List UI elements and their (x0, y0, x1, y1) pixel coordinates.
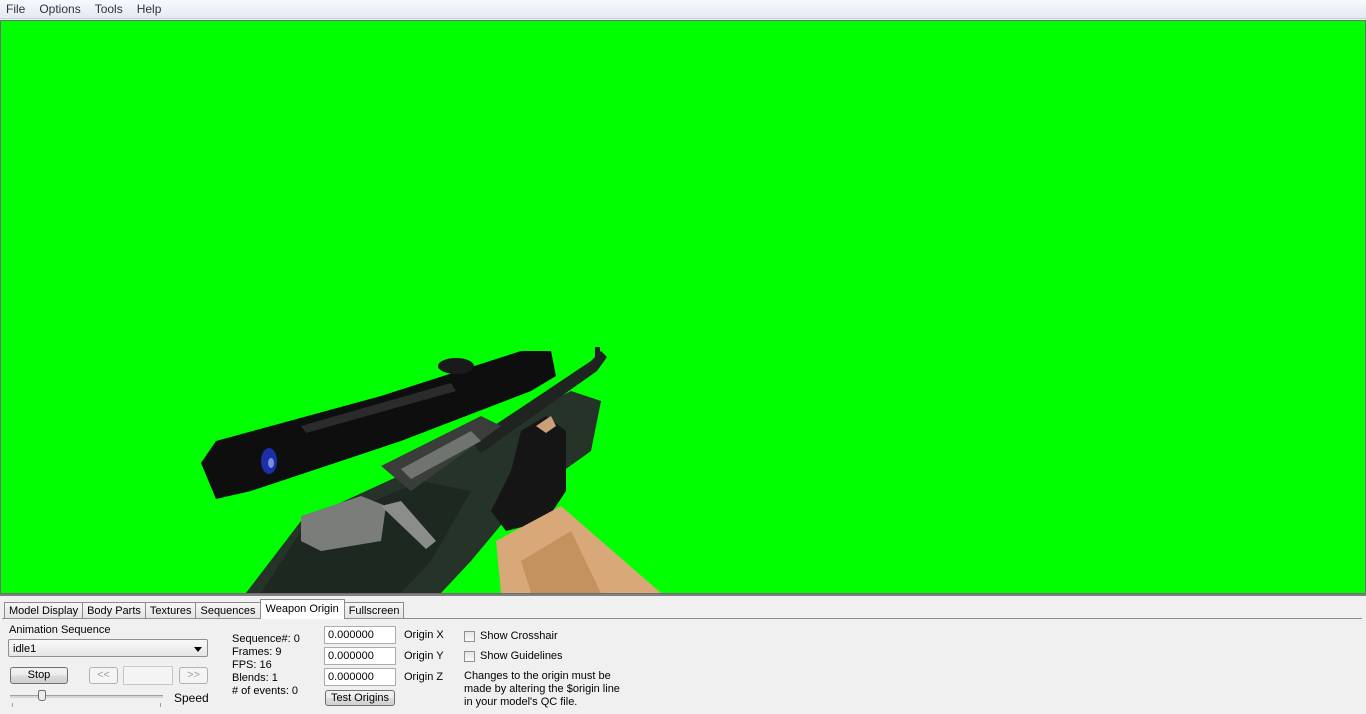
front-sight (595, 347, 600, 357)
control-panel: Model Display Body Parts Textures Sequen… (0, 594, 1366, 711)
tab-fullscreen[interactable]: Fullscreen (343, 602, 405, 619)
slider-tick (12, 703, 13, 707)
frame-input[interactable] (123, 666, 173, 685)
prev-frame-button[interactable]: << (89, 667, 118, 684)
speed-slider-track[interactable] (10, 695, 163, 698)
model-viewport[interactable] (0, 20, 1366, 594)
speed-slider-thumb[interactable] (37, 690, 46, 701)
speed-label: Speed (174, 691, 209, 705)
fps-value: FPS: 16 (232, 659, 272, 671)
animation-sequence-label: Animation Sequence (9, 624, 111, 636)
test-origins-button[interactable]: Test Origins (325, 690, 395, 706)
tab-model-display[interactable]: Model Display (4, 602, 84, 619)
stop-button[interactable]: Stop (10, 667, 68, 684)
origin-y-input[interactable]: 0.000000 (324, 647, 396, 665)
show-guidelines-checkbox[interactable] (464, 651, 475, 662)
scope-lens-glint (268, 458, 274, 468)
tab-page: Animation Sequence idle1 Stop << >> Spee… (2, 618, 1362, 714)
chevron-down-icon (194, 647, 202, 652)
tab-body-parts[interactable]: Body Parts (82, 602, 146, 619)
origin-x-input[interactable]: 0.000000 (324, 626, 396, 644)
note-line: made by altering the $origin line (464, 683, 620, 695)
origin-x-label: Origin X (404, 629, 444, 641)
tab-sequences[interactable]: Sequences (195, 602, 261, 619)
events-count: # of events: 0 (232, 685, 299, 697)
show-crosshair-checkbox[interactable] (464, 631, 475, 642)
slider-tick (160, 703, 161, 707)
menu-bar: File Options Tools Help (0, 0, 1366, 19)
menu-options[interactable]: Options (32, 0, 87, 18)
show-crosshair-label[interactable]: Show Crosshair (480, 630, 558, 642)
origin-y-label: Origin Y (404, 650, 444, 662)
tab-textures[interactable]: Textures (144, 602, 197, 619)
origin-z-label: Origin Z (404, 671, 444, 683)
animation-sequence-value: idle1 (13, 643, 37, 655)
origin-z-input[interactable]: 0.000000 (324, 668, 396, 686)
tab-weapon-origin[interactable]: Weapon Origin (259, 599, 345, 619)
sequence-number: Sequence#: 0 (232, 633, 300, 645)
weapon-model (201, 347, 661, 593)
note-line: in your model's QC file. (464, 696, 578, 708)
menu-help[interactable]: Help (130, 0, 169, 18)
show-guidelines-label[interactable]: Show Guidelines (480, 650, 563, 662)
animation-sequence-select[interactable]: idle1 (8, 639, 208, 657)
note-line: Changes to the origin must be (464, 670, 611, 682)
scope-turret (438, 358, 474, 374)
next-frame-button[interactable]: >> (179, 667, 208, 684)
tab-bar: Model Display Body Parts Textures Sequen… (4, 599, 405, 619)
sequence-info: Sequence#: 0 Frames: 9 FPS: 16 Blends: 1… (232, 633, 300, 698)
origin-note: Changes to the origin must be made by al… (464, 670, 620, 709)
frames-count: Frames: 9 (232, 646, 282, 658)
menu-file[interactable]: File (0, 0, 32, 18)
menu-tools[interactable]: Tools (88, 0, 130, 18)
blends-count: Blends: 1 (232, 672, 278, 684)
